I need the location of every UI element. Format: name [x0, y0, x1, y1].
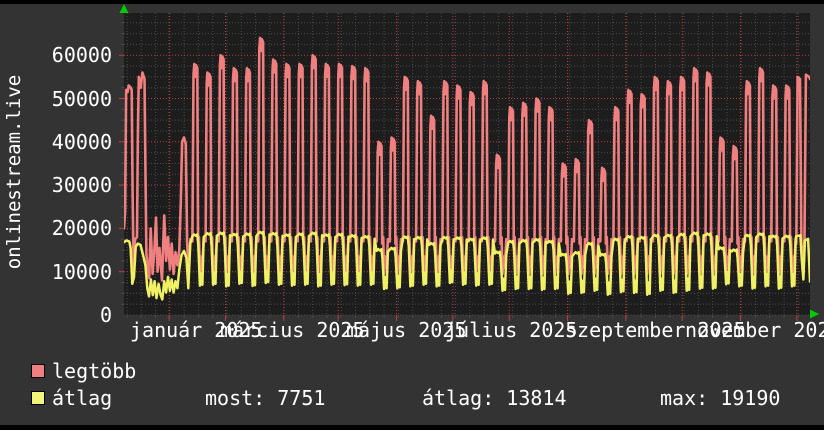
stat-text: most: 7751 — [205, 386, 326, 410]
y-tick-label: 20000 — [51, 216, 112, 241]
y-tick-label: 60000 — [51, 43, 112, 68]
y-tick-label: 50000 — [51, 86, 112, 111]
x-tick-label: március 2025 — [220, 318, 365, 342]
stat-text: max: 19190 — [660, 386, 781, 410]
x-tick-label: július 2025 — [445, 318, 578, 342]
page-background: { "legend": { "rows": [ { "label": "legt… — [0, 0, 824, 430]
y-tick-label: 0 — [99, 303, 112, 327]
legend-label: átlag — [52, 386, 113, 410]
stat-text: átlag: 13814 — [422, 386, 567, 410]
legend-label: legtöbb — [52, 359, 137, 383]
y-tick-label: 10000 — [51, 259, 112, 284]
y-tick-label: 40000 — [51, 129, 112, 154]
atlag-yellow-swatch — [31, 391, 45, 405]
legtobb-red-swatch — [31, 364, 45, 378]
y-tick-label: 30000 — [51, 173, 112, 198]
x-tick-label: november 2025 — [685, 318, 824, 342]
y-axis-arrow-icon — [119, 4, 129, 13]
